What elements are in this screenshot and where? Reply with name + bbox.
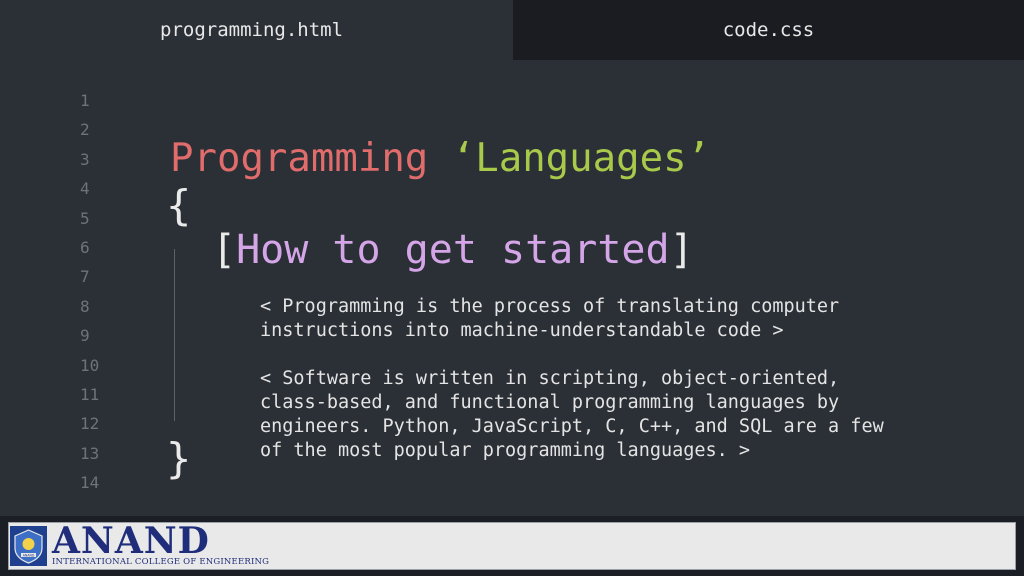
line-number: 10 [80, 355, 100, 375]
section-heading-text: How to get started [236, 227, 670, 273]
line-number: 6 [80, 237, 90, 257]
line-number: 7 [80, 267, 90, 287]
paragraph-definition: < Programming is the process of translat… [260, 296, 840, 341]
section-heading: [How to get started] [212, 224, 694, 276]
title-keyword: Programming [170, 136, 429, 181]
college-emblem-icon: ANAND [10, 526, 47, 566]
line-number: 2 [80, 120, 90, 140]
line-number: 3 [80, 149, 90, 169]
page-title: Programming ‘Languages’ [170, 134, 710, 184]
paragraph-languages: < Software is written in scripting, obje… [260, 368, 884, 461]
tab-programming-html[interactable]: programming.html [0, 0, 513, 60]
line-number: 5 [80, 208, 90, 228]
line-number: 8 [80, 296, 90, 316]
line-number: 12 [80, 414, 100, 434]
tab-label: code.css [722, 19, 815, 41]
bracket-open: [ [212, 227, 237, 273]
editor-tab-bar: programming.html code.css [0, 0, 1024, 60]
scope-indent-guide [174, 249, 175, 421]
college-subtitle: INTERNATIONAL COLLEGE OF ENGINEERING [52, 557, 270, 567]
line-number: 13 [80, 443, 100, 463]
line-number: 9 [80, 326, 90, 346]
tab-code-css[interactable]: code.css [513, 0, 1024, 60]
close-brace: } [166, 434, 192, 483]
line-number: 11 [80, 384, 100, 404]
emblem-caption: ANAND [23, 553, 35, 557]
bracket-close: ] [669, 227, 694, 273]
line-number: 14 [80, 473, 100, 493]
line-number: 1 [80, 91, 90, 110]
line-number-gutter: 1 2 3 4 5 6 7 8 9 10 11 12 13 14 [80, 86, 120, 497]
tab-label: programming.html [160, 19, 344, 41]
open-brace: { [166, 181, 192, 230]
title-string: ‘Languages’ [451, 136, 711, 181]
college-name: ANAND [52, 520, 210, 562]
line-number: 4 [80, 179, 90, 199]
